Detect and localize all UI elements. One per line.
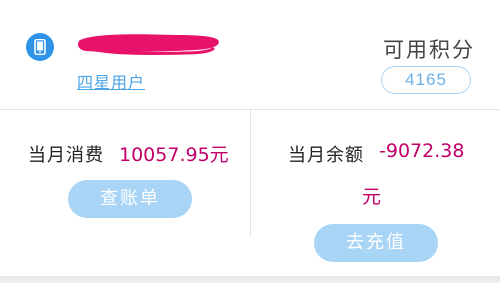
consumption-amount: 10057.95元 — [119, 144, 229, 166]
account-summary-card: 四星用户 可用积分 4165 当月消费 10057.95元 查账单 当月余额 -… — [0, 0, 500, 276]
consumption-label: 当月消费 — [28, 145, 104, 166]
balance-amount: -9072.38 — [379, 140, 465, 162]
account-header: 四星用户 可用积分 4165 — [0, 0, 500, 109]
redacted-account-name — [78, 34, 219, 55]
card-bottom-edge — [0, 276, 500, 283]
recharge-button[interactable]: 去充值 — [314, 224, 438, 262]
column-divider — [250, 110, 251, 236]
balance-amount-unit: 元 — [362, 186, 382, 208]
balance-label: 当月余额 — [288, 145, 364, 166]
phone-icon — [26, 33, 54, 61]
member-level-link[interactable]: 四星用户 — [77, 69, 145, 93]
points-label: 可用积分 — [383, 38, 475, 62]
points-value-badge: 4165 — [381, 66, 471, 94]
view-bill-button[interactable]: 查账单 — [68, 180, 192, 218]
